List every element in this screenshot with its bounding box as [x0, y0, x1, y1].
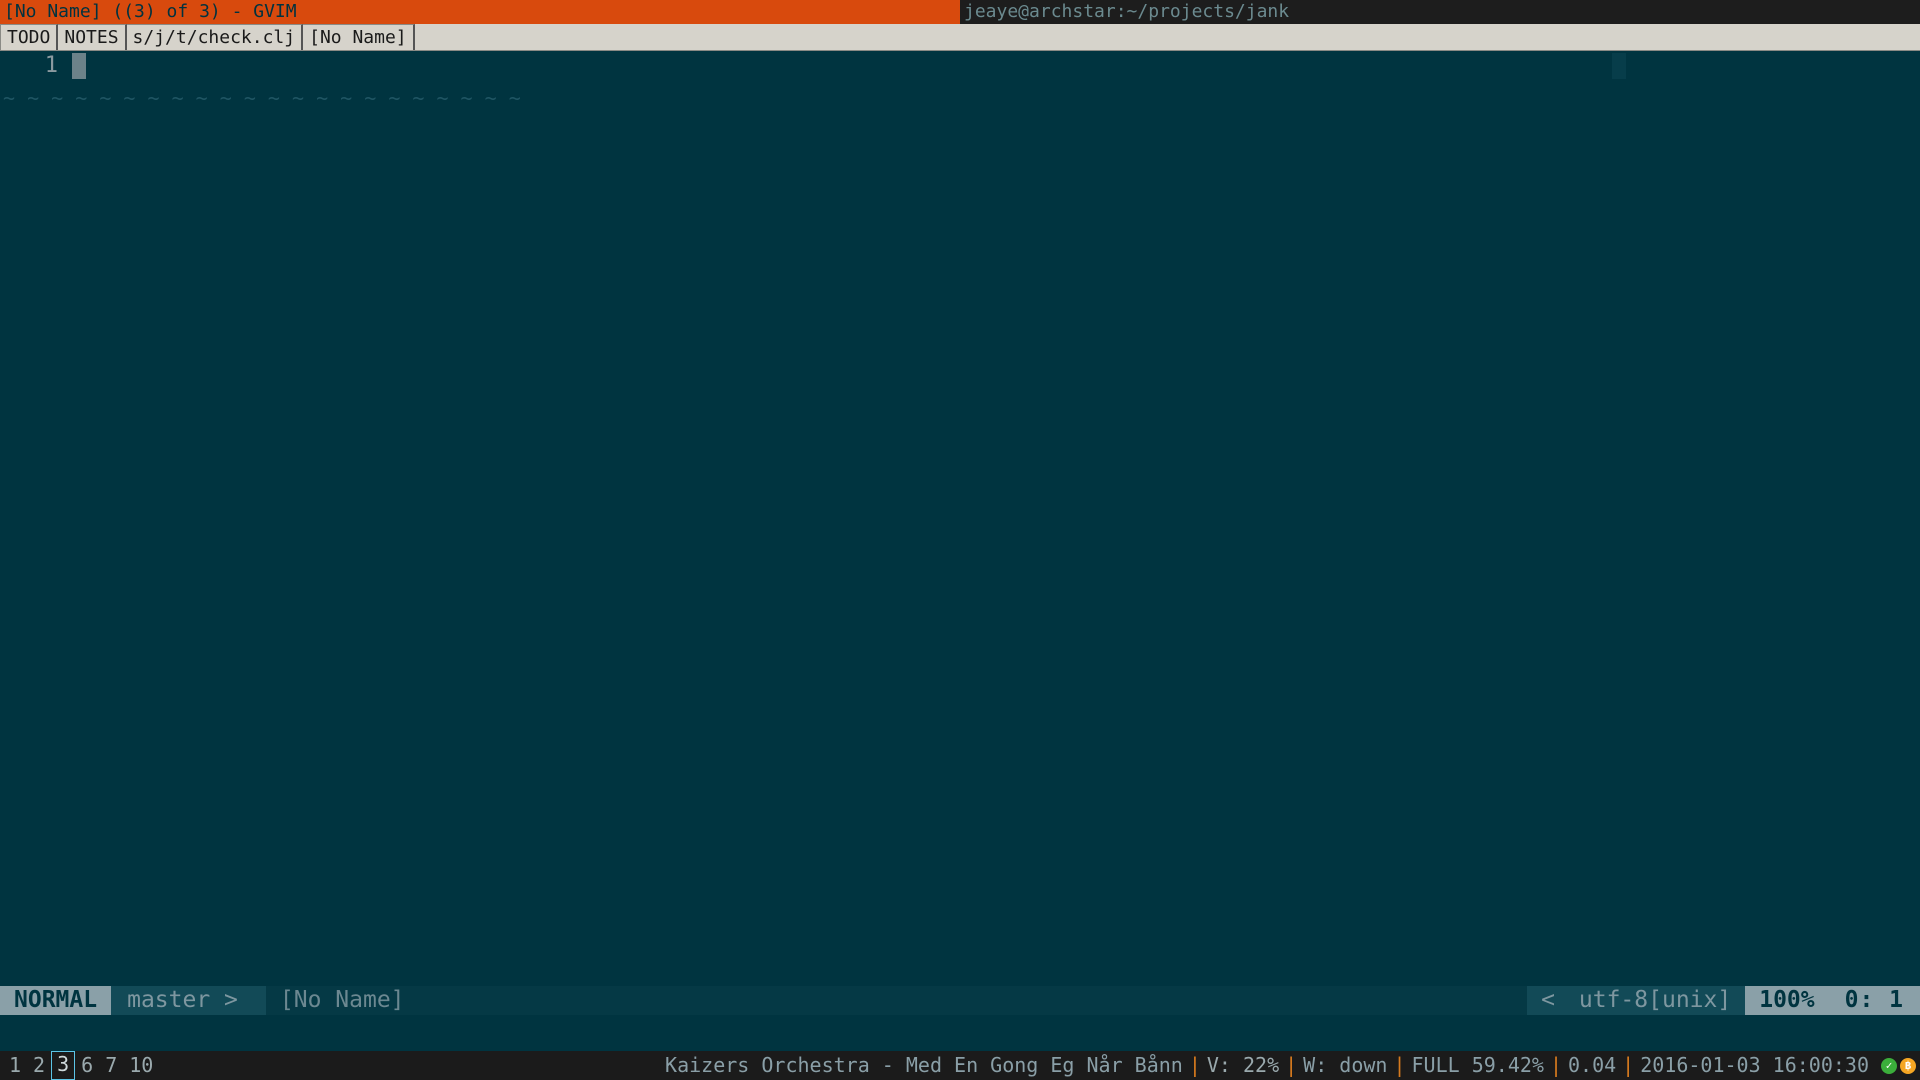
workspace-2[interactable]: 2	[27, 1051, 51, 1080]
tab-check-clj[interactable]: s/j/t/check.clj	[127, 24, 304, 50]
airline-encoding: < utf-8[unix]	[1527, 986, 1745, 1015]
system-bar: 1236710 Kaizers Orchestra - Med En Gong …	[0, 1051, 1920, 1080]
datetime: 2016-01-03 16:00:30	[1636, 1051, 1873, 1080]
workspace-1[interactable]: 1	[3, 1051, 27, 1080]
bitcoin-icon[interactable]: ฿	[1900, 1058, 1916, 1074]
encoding-label: utf-8[unix]	[1579, 987, 1731, 1013]
cursor	[72, 53, 86, 79]
workspace-3[interactable]: 3	[51, 1051, 75, 1080]
divider-icon: |	[1391, 1051, 1407, 1080]
wm-bar: [No Name] ((3) of 3) - GVIM jeaye@archst…	[0, 0, 1920, 24]
now-playing: Kaizers Orchestra - Med En Gong Eg Når B…	[661, 1051, 1187, 1080]
tab-notes[interactable]: NOTES	[58, 24, 126, 50]
line-number: 1	[0, 51, 58, 81]
tab-bar: TODO NOTES s/j/t/check.clj [No Name]	[0, 24, 1920, 51]
tab-no-name[interactable]: [No Name]	[303, 24, 415, 50]
volume-status: V: 22%	[1203, 1051, 1283, 1080]
airline-percent: 100%	[1745, 986, 1828, 1015]
tray: ✓ ฿	[1873, 1058, 1920, 1074]
workspace-7[interactable]: 7	[99, 1051, 123, 1080]
load-status: 0.04	[1564, 1051, 1620, 1080]
empty-line-tildes: ~ ~ ~ ~ ~ ~ ~ ~ ~ ~ ~ ~ ~ ~ ~ ~ ~ ~ ~ ~ …	[0, 83, 521, 113]
workspace-6[interactable]: 6	[75, 1051, 99, 1080]
divider-icon: |	[1548, 1051, 1564, 1080]
separator-right-icon: >	[224, 987, 250, 1013]
vim-mode: NORMAL	[0, 986, 111, 1015]
divider-icon: |	[1283, 1051, 1299, 1080]
vim-commandline[interactable]	[0, 1015, 1920, 1051]
editor[interactable]: 1 ~ ~ ~ ~ ~ ~ ~ ~ ~ ~ ~ ~ ~ ~ ~ ~ ~ ~ ~ …	[0, 51, 1920, 986]
divider-icon: |	[1187, 1051, 1203, 1080]
git-branch: master >	[111, 986, 266, 1015]
divider-icon: |	[1620, 1051, 1636, 1080]
airline-position: 0: 1	[1829, 986, 1920, 1015]
workspace-10[interactable]: 10	[123, 1051, 159, 1080]
separator-left-icon: <	[1541, 987, 1565, 1013]
wm-title-active[interactable]: [No Name] ((3) of 3) - GVIM	[0, 0, 960, 24]
status-ok-icon[interactable]: ✓	[1881, 1058, 1897, 1074]
airline-filename: [No Name]	[266, 986, 1527, 1015]
gutter: 1	[0, 51, 72, 986]
color-column	[1612, 53, 1626, 79]
battery-status: FULL 59.42%	[1408, 1051, 1548, 1080]
wifi-status: W: down	[1299, 1051, 1391, 1080]
wm-title-inactive[interactable]: jeaye@archstar:~/projects/jank	[960, 0, 1920, 24]
airline-status: NORMAL master > [No Name] < utf-8[unix] …	[0, 986, 1920, 1015]
editor-content[interactable]	[72, 51, 1920, 986]
workspace-list: 1236710	[3, 1051, 159, 1080]
git-branch-label: master	[127, 987, 210, 1013]
tab-todo[interactable]: TODO	[0, 24, 58, 50]
